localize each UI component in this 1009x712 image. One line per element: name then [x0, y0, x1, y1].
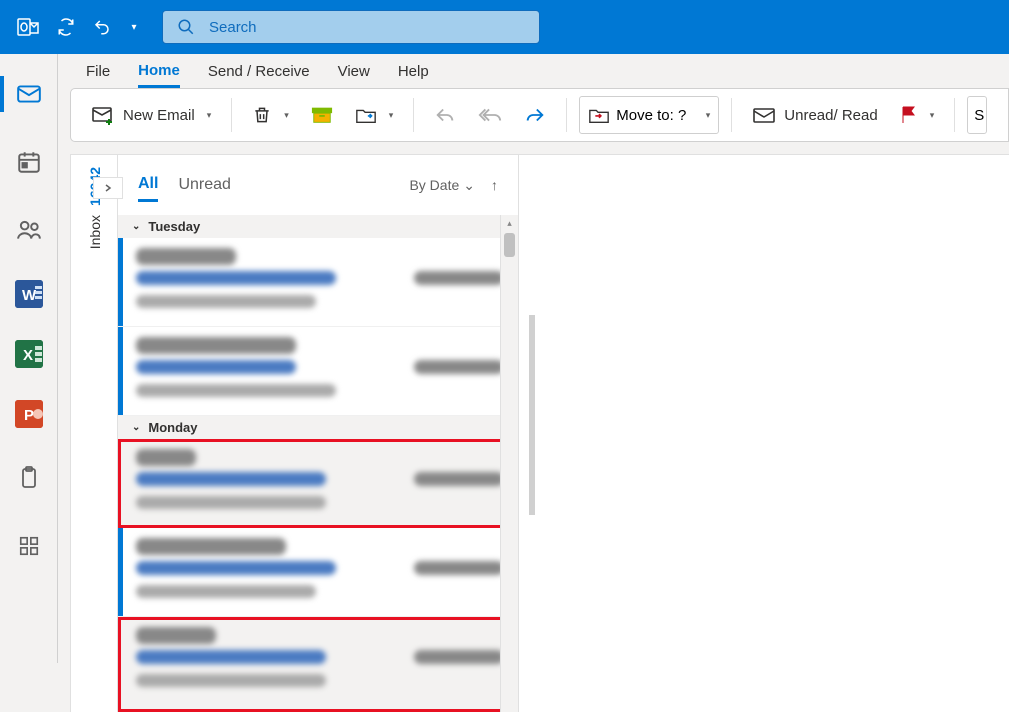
- reading-pane-scroll-hint: [529, 315, 535, 515]
- chevron-down-icon: ⌄: [132, 422, 140, 433]
- date-group-label: Tuesday: [148, 219, 200, 234]
- search-icon: [177, 18, 195, 36]
- new-email-button[interactable]: New Email ▾: [83, 96, 219, 134]
- scroll-thumb[interactable]: [504, 233, 515, 257]
- new-email-label: New Email: [123, 107, 195, 124]
- filter-bar: All Unread By Date ⌄ ↑: [118, 155, 518, 215]
- delete-button[interactable]: ▾: [244, 96, 297, 134]
- chevron-down-icon: ⌄: [132, 221, 140, 232]
- menu-file[interactable]: File: [86, 55, 110, 88]
- new-email-icon: [91, 103, 115, 127]
- qat-dropdown[interactable]: ▾: [124, 13, 144, 41]
- chevron-down-icon: ▾: [706, 110, 711, 121]
- move-to-dropdown[interactable]: Move to: ? ▾: [579, 96, 719, 134]
- unread-read-button[interactable]: Unread/ Read: [744, 96, 885, 134]
- archive-button[interactable]: [303, 96, 341, 134]
- find-box[interactable]: S: [967, 96, 987, 134]
- reply-icon: [434, 105, 456, 125]
- date-group-label: Monday: [148, 420, 197, 435]
- menu-bar: File Home Send / Receive View Help: [58, 54, 1009, 88]
- chevron-down-icon: ▾: [389, 110, 394, 121]
- scroll-up-arrow[interactable]: ▴: [501, 215, 518, 231]
- mail-item[interactable]: [118, 528, 518, 617]
- menu-help[interactable]: Help: [398, 55, 429, 88]
- move-to-label: Move to: ?: [616, 107, 686, 124]
- search-box[interactable]: [162, 10, 540, 44]
- svg-text:X: X: [23, 347, 33, 364]
- move-to-icon: [588, 105, 610, 125]
- expand-folder-pane[interactable]: [93, 177, 123, 199]
- flag-icon: [900, 105, 918, 125]
- title-bar: ▾: [0, 0, 1009, 54]
- menu-sendreceive[interactable]: Send / Receive: [208, 55, 310, 88]
- mail-list-scrollbar[interactable]: ▴: [500, 215, 518, 712]
- app-rail: W X P: [0, 54, 58, 663]
- date-group-tuesday[interactable]: ⌄ Tuesday: [118, 215, 518, 238]
- outlook-logo-icon: [12, 11, 44, 43]
- rail-more-apps[interactable]: [11, 528, 47, 564]
- chevron-down-icon: ⌄: [463, 177, 475, 194]
- undo-button[interactable]: [88, 13, 116, 41]
- filter-all[interactable]: All: [138, 169, 158, 202]
- mail-list: ⌄ Tuesday: [118, 215, 518, 712]
- sort-by-date[interactable]: By Date ⌄: [409, 177, 475, 194]
- mail-item[interactable]: [118, 617, 518, 712]
- mail-item[interactable]: [118, 238, 518, 327]
- flag-button[interactable]: ▾: [892, 96, 943, 134]
- inbox-label: Inbox: [87, 215, 103, 249]
- message-list-panel: All Unread By Date ⌄ ↑ ⌄ Tuesday: [118, 154, 518, 712]
- forward-icon: [524, 105, 546, 125]
- svg-text:P: P: [24, 407, 34, 424]
- move-button[interactable]: ▾: [347, 96, 402, 134]
- reply-all-button[interactable]: [470, 96, 510, 134]
- mail-item[interactable]: [118, 439, 518, 528]
- rail-excel[interactable]: X: [15, 340, 43, 368]
- menu-view[interactable]: View: [338, 55, 370, 88]
- search-input[interactable]: [209, 19, 525, 36]
- menu-home[interactable]: Home: [138, 54, 180, 88]
- rail-people[interactable]: [11, 212, 47, 248]
- delete-icon: [252, 105, 272, 125]
- unread-read-label: Unread/ Read: [784, 107, 877, 124]
- rail-mail[interactable]: [11, 76, 47, 112]
- date-group-monday[interactable]: ⌄ Monday: [118, 416, 518, 439]
- folder-pane-collapsed[interactable]: 16042 Inbox: [70, 154, 118, 712]
- chevron-down-icon: ▾: [207, 110, 212, 121]
- mail-item[interactable]: [118, 327, 518, 416]
- sort-label: By Date: [409, 177, 459, 193]
- forward-button[interactable]: [516, 96, 554, 134]
- sort-direction[interactable]: ↑: [491, 177, 498, 193]
- svg-text:W: W: [22, 287, 37, 304]
- move-icon: [355, 105, 377, 125]
- reply-button[interactable]: [426, 96, 464, 134]
- rail-word[interactable]: W: [15, 280, 43, 308]
- rail-calendar[interactable]: [11, 144, 47, 180]
- filter-unread[interactable]: Unread: [178, 170, 230, 200]
- ribbon: New Email ▾ ▾ ▾: [70, 88, 1009, 142]
- rail-todo[interactable]: [11, 460, 47, 496]
- archive-icon: [311, 105, 333, 125]
- unread-read-icon: [752, 105, 776, 125]
- reading-pane: [518, 154, 1009, 712]
- rail-powerpoint[interactable]: P: [15, 400, 43, 428]
- sync-button[interactable]: [52, 13, 80, 41]
- chevron-down-icon: ▾: [930, 110, 935, 121]
- reply-all-icon: [478, 105, 502, 125]
- chevron-down-icon: ▾: [284, 110, 289, 121]
